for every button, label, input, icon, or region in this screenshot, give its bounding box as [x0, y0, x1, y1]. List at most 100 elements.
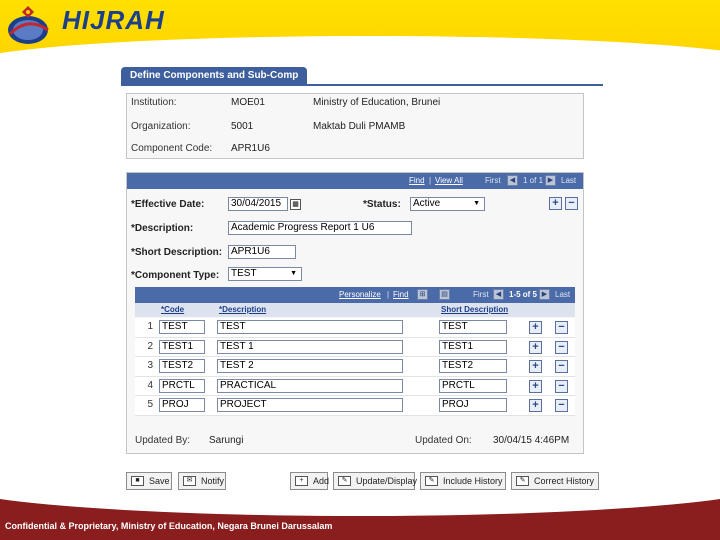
short-description-input[interactable]: APR1U6 [228, 245, 296, 259]
table-row: 4 PRCTL PRACTICAL PRCTL + − [135, 377, 575, 396]
effdt-add-row-button[interactable]: + [549, 197, 562, 210]
row-number: 1 [147, 321, 153, 332]
save-button-label: Save [149, 476, 170, 486]
short-description-cell-input[interactable]: PRCTL [439, 378, 507, 393]
description-cell-input[interactable]: TEST [217, 320, 403, 334]
effdt-panel: Find | View All First ◀ 1 of 1 ▶ Last *E… [126, 172, 584, 454]
calendar-icon[interactable]: ▦ [290, 199, 301, 210]
save-icon: ■ [131, 476, 144, 486]
description-cell-input[interactable]: TEST 1 [217, 339, 403, 354]
correct-history-icon: ✎ [516, 476, 529, 486]
short-description-cell-input[interactable]: TEST [439, 320, 507, 334]
description-cell-input[interactable]: PRACTICAL [217, 378, 403, 393]
component-type-label: *Component Type: [131, 270, 220, 281]
grid-counter: 1-5 of 5 [509, 290, 538, 299]
code-input[interactable]: TEST2 [159, 359, 205, 373]
effdt-delete-row-button[interactable]: − [565, 197, 578, 210]
notify-icon: ✉ [183, 476, 196, 486]
row-number: 5 [147, 399, 153, 410]
component-type-value: TEST [231, 268, 257, 279]
component-code-label: Component Code: [131, 143, 213, 154]
code-input[interactable]: PROJ [159, 398, 205, 412]
component-page: Define Components and Sub-Comp Instituti… [120, 66, 604, 494]
institution-code: MOE01 [231, 97, 265, 108]
organization-label: Organization: [131, 121, 191, 132]
footer-banner: Confidential & Proprietary, Ministry of … [0, 494, 720, 540]
table-row: 5 PROJ PROJECT PROJ + − [135, 396, 575, 416]
col-header-code[interactable]: *Code [161, 303, 184, 317]
row-delete-button[interactable]: − [555, 379, 568, 393]
component-code-value: APR1U6 [231, 143, 270, 154]
logo-text: HIJRAH [62, 5, 165, 35]
effdt-last-label: Last [561, 176, 577, 185]
component-type-select[interactable]: TEST ▼ [228, 267, 302, 281]
view-icon[interactable]: ⊞ [417, 289, 428, 300]
row-add-button[interactable]: + [529, 360, 542, 373]
short-description-cell-input[interactable]: TEST1 [439, 339, 507, 354]
save-button[interactable]: ■ Save [126, 472, 172, 490]
correct-history-button[interactable]: ✎ Correct History [511, 472, 599, 490]
short-description-cell-input[interactable]: TEST2 [439, 359, 507, 373]
update-display-button[interactable]: ✎ Update/Display [333, 472, 417, 490]
grid-body: 1 TEST TEST TEST + − 2 TEST1 TEST 1 TEST… [135, 318, 575, 416]
row-delete-button[interactable]: − [555, 399, 568, 412]
effdt-counter: 1 of 1 [523, 176, 544, 185]
footer-wave [0, 494, 720, 516]
effective-date-input[interactable]: 30/04/2015 [228, 197, 288, 211]
grid-nav-bar: Personalize | Find ⊞ ▤ First ◀ 1-5 of 5 … [135, 287, 575, 303]
updated-on-value: 30/04/15 4:46PM [493, 435, 570, 446]
code-input[interactable]: TEST [159, 320, 205, 334]
code-input[interactable]: PRCTL [159, 378, 205, 393]
grid-find-link[interactable]: Find [393, 287, 409, 303]
row-add-button[interactable]: + [529, 321, 542, 334]
hijrah-logo-icon [8, 6, 49, 44]
description-input[interactable]: Academic Progress Report 1 U6 [228, 221, 412, 235]
download-icon[interactable]: ▤ [439, 289, 450, 300]
effdt-find-link[interactable]: Find [409, 173, 425, 189]
nav-separator: | [429, 176, 432, 185]
updated-by-label: Updated By: [135, 435, 191, 446]
status-select-value: Active [413, 198, 441, 209]
row-delete-button[interactable]: − [555, 321, 568, 334]
effdt-prev-icon[interactable]: ◀ [507, 175, 518, 186]
tab-underline [121, 84, 603, 86]
grid-prev-icon[interactable]: ◀ [493, 289, 504, 300]
row-delete-button[interactable]: − [555, 340, 568, 354]
col-header-description[interactable]: *Description [219, 303, 266, 317]
footer-confidential-text: Confidential & Proprietary, Ministry of … [5, 521, 333, 531]
description-label: *Description: [131, 223, 194, 234]
row-delete-button[interactable]: − [555, 360, 568, 373]
table-row: 1 TEST TEST TEST + − [135, 318, 575, 338]
row-add-button[interactable]: + [529, 340, 542, 354]
include-history-button[interactable]: ✎ Include History [420, 472, 506, 490]
row-number: 3 [147, 360, 153, 371]
description-cell-input[interactable]: TEST 2 [217, 359, 403, 373]
key-panel: Institution: MOE01 Ministry of Education… [126, 93, 584, 159]
status-select[interactable]: Active ▼ [410, 197, 485, 211]
grid-next-icon[interactable]: ▶ [539, 289, 550, 300]
short-description-cell-input[interactable]: PROJ [439, 398, 507, 412]
chevron-down-icon: ▼ [473, 200, 480, 207]
row-number: 4 [147, 379, 153, 391]
row-add-button[interactable]: + [529, 379, 542, 393]
effdt-next-icon[interactable]: ▶ [545, 175, 556, 186]
add-button-label: Add [313, 476, 330, 486]
row-add-button[interactable]: + [529, 399, 542, 412]
notify-button[interactable]: ✉ Notify [178, 472, 226, 490]
grid-personalize-link[interactable]: Personalize [339, 287, 381, 303]
tab-define-components[interactable]: Define Components and Sub-Comp [121, 67, 308, 85]
update-display-icon: ✎ [338, 476, 351, 486]
col-header-short-description[interactable]: Short Description [441, 303, 508, 317]
institution-label: Institution: [131, 97, 177, 108]
short-description-label: *Short Description: [131, 247, 223, 258]
institution-name: Ministry of Education, Brunei [313, 97, 441, 108]
add-button[interactable]: + Add [290, 472, 330, 490]
table-row: 2 TEST1 TEST 1 TEST1 + − [135, 338, 575, 357]
effdt-view-all-link[interactable]: View All [435, 173, 463, 189]
updated-by-value: Sarungi [209, 435, 244, 446]
grid-last-label: Last [555, 290, 571, 299]
toolbar: ■ Save ✉ Notify + Add ✎ Update/Display ✎… [126, 470, 602, 492]
description-cell-input[interactable]: PROJECT [217, 398, 403, 412]
code-input[interactable]: TEST1 [159, 339, 205, 354]
banner-wave [0, 36, 720, 60]
